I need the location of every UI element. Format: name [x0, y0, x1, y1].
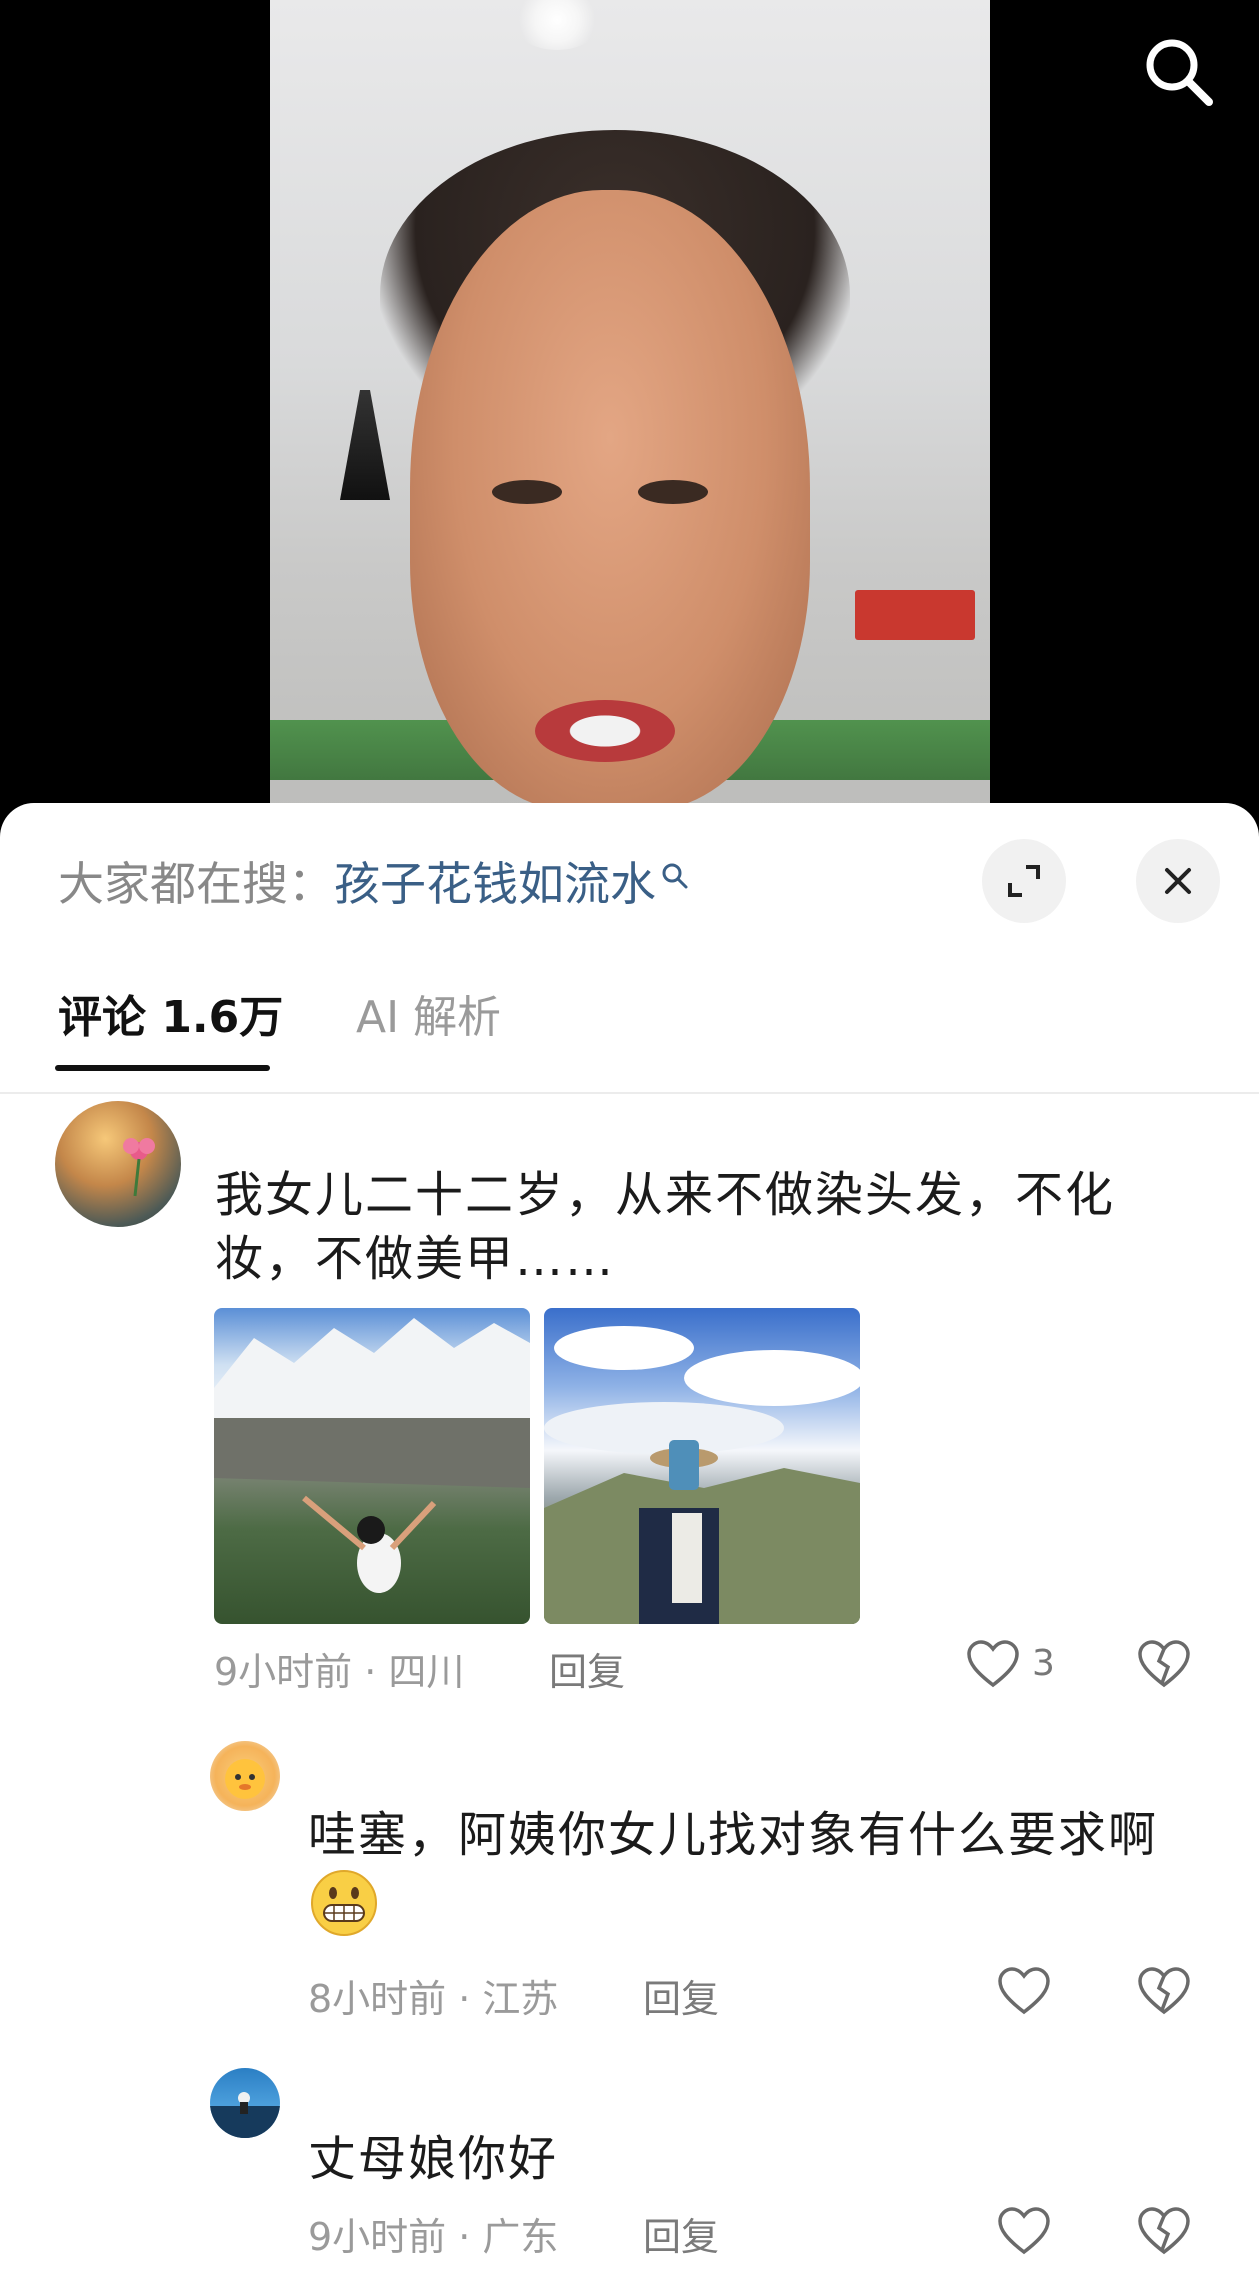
active-tab-indicator	[55, 1065, 270, 1071]
left-eye	[492, 480, 562, 504]
broken-heart-icon	[1138, 1640, 1190, 1688]
expand-icon	[1008, 865, 1040, 897]
mountain-photo	[214, 1318, 530, 1593]
comment-text-content: 哇塞，阿姨你女儿找对象有什么要求啊	[308, 1807, 1159, 1863]
like-button[interactable]	[997, 2206, 1051, 2260]
comment-text: 哇塞，阿姨你女儿找对象有什么要求啊	[308, 1803, 1228, 1955]
reply-button[interactable]: 回复	[549, 1641, 625, 1696]
like-button[interactable]	[966, 1639, 1020, 1693]
reply-button[interactable]: 回复	[643, 1968, 719, 2023]
comment-sheet: 大家都在搜：孩子花钱如流水 评论 1.6万 AI 解析 我女儿二十二岁，从来不做…	[0, 803, 1259, 2287]
grassland-photo	[544, 1326, 860, 1624]
mouth	[535, 700, 675, 762]
avatar[interactable]	[210, 2068, 280, 2138]
avatar[interactable]	[55, 1101, 181, 1227]
avatar[interactable]	[210, 1741, 280, 1811]
video-player[interactable]	[0, 0, 1259, 810]
comment-meta: 9小时前 · 四川	[214, 1650, 465, 1694]
broken-heart-icon	[1138, 1967, 1190, 2015]
tab-comments[interactable]: 评论 1.6万	[58, 981, 283, 1045]
search-icon	[660, 848, 690, 902]
comment-text: 我女儿二十二岁，从来不做染头发，不化妆，不做美甲……	[215, 1167, 1116, 1287]
heart-icon	[967, 1640, 1019, 1688]
close-button[interactable]	[1136, 839, 1220, 923]
ceiling-light	[512, 0, 602, 50]
dislike-button[interactable]	[1137, 1966, 1191, 2020]
heart-icon	[998, 2207, 1050, 2255]
video-frame	[270, 0, 990, 810]
dislike-button[interactable]	[1137, 2206, 1191, 2260]
close-icon	[1165, 868, 1191, 894]
comment-photo[interactable]	[544, 1308, 860, 1624]
search-icon	[1146, 39, 1213, 106]
landscape-avatar	[210, 2092, 280, 2138]
comment-tabs: 评论 1.6万 AI 解析	[0, 981, 1259, 1073]
shelf	[855, 590, 975, 640]
comment-text: 丈母娘你好	[308, 2131, 559, 2187]
pendant-lamp	[340, 390, 390, 500]
hot-search-bar[interactable]: 大家都在搜：孩子花钱如流水	[58, 848, 690, 914]
comment-meta: 8小时前 · 江苏	[308, 1977, 559, 2021]
comment-photo[interactable]	[214, 1308, 530, 1624]
hot-search-term[interactable]: 孩子花钱如流水	[334, 857, 656, 911]
tab-ai-analysis[interactable]: AI 解析	[356, 981, 501, 1045]
expand-button[interactable]	[982, 839, 1066, 923]
broken-heart-icon	[1138, 2207, 1190, 2255]
right-eye	[638, 480, 708, 504]
like-count: 3	[1032, 1643, 1055, 1684]
comment-meta: 9小时前 · 广东	[308, 2215, 559, 2259]
like-button[interactable]	[997, 1966, 1051, 2020]
dislike-button[interactable]	[1137, 1639, 1191, 1693]
heart-icon	[998, 1967, 1050, 2015]
reply-button[interactable]: 回复	[643, 2206, 719, 2261]
search-button[interactable]	[1139, 32, 1219, 112]
grinning-emoji	[308, 1867, 380, 1955]
tab-divider	[0, 1092, 1259, 1094]
flower-icon	[123, 1138, 155, 1197]
cartoon-avatar	[225, 1759, 265, 1799]
hot-search-prefix: 大家都在搜：	[58, 857, 334, 911]
